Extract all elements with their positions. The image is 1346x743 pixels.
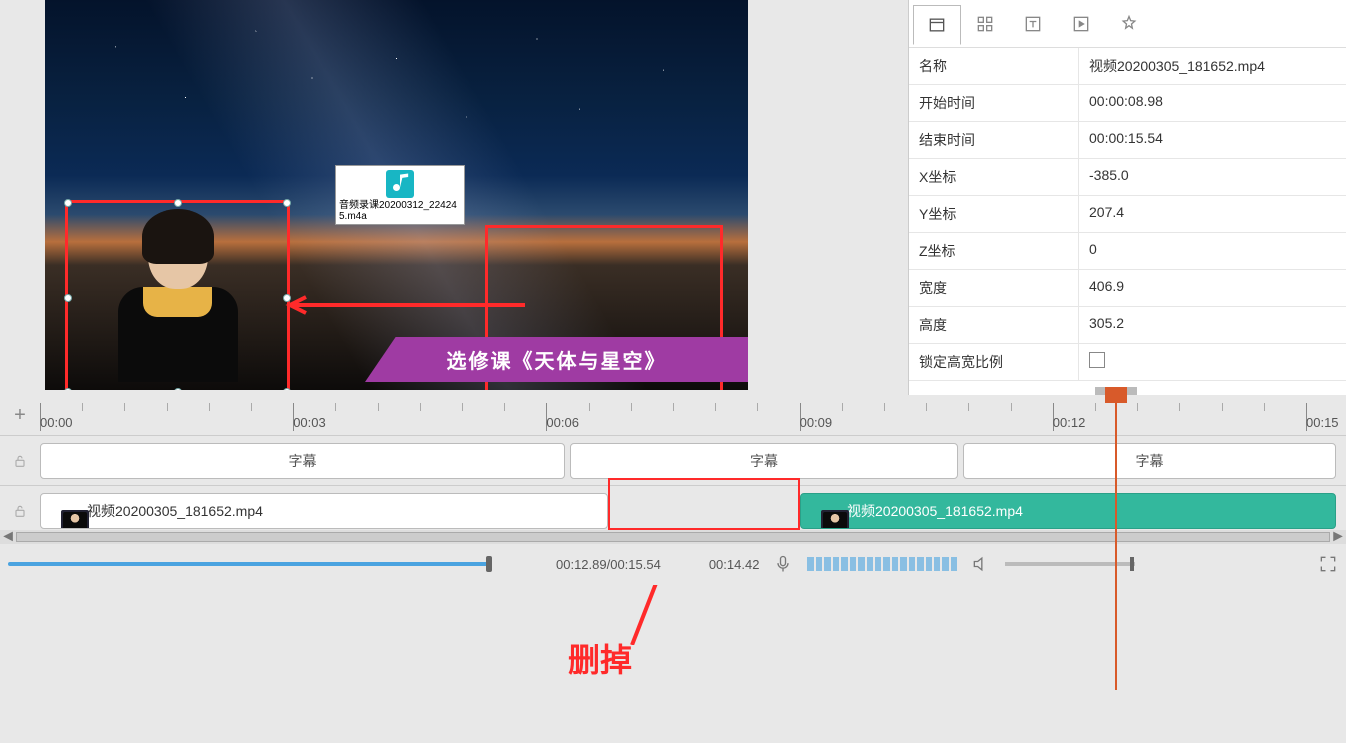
cursor-time: 00:14.42 [709, 557, 760, 572]
scrollbar-track[interactable] [16, 532, 1330, 542]
volume-knob[interactable] [1130, 557, 1134, 571]
property-key: X坐标 [909, 159, 1079, 195]
resize-handle[interactable] [283, 199, 291, 207]
transport-bar: ◄ ► 00:12.89/00:15.54 00:14.42 [0, 530, 1346, 585]
property-key: 高度 [909, 307, 1079, 343]
music-note-icon [386, 170, 414, 198]
presenter-thumbnail [78, 213, 277, 382]
track-video-1: 视频20200305_181652.mp4 视频20200305_181652.… [0, 485, 1346, 535]
property-key: Z坐标 [909, 233, 1079, 269]
resize-handle[interactable] [64, 388, 72, 390]
playhead-grip[interactable] [1105, 387, 1127, 403]
property-value[interactable]: 207.4 [1079, 196, 1346, 232]
ruler-label: 00:15 [1306, 415, 1339, 430]
clip-label: 视频20200305_181652.mp4 [87, 501, 263, 521]
scroll-left-icon[interactable]: ◄ [0, 528, 16, 546]
ruler-label: 00:06 [546, 415, 579, 430]
lock-icon[interactable] [0, 436, 40, 485]
tab-layout[interactable] [913, 5, 961, 45]
property-value[interactable] [1079, 344, 1346, 380]
mic-icon[interactable] [773, 554, 793, 574]
property-value[interactable]: 00:00:15.54 [1079, 122, 1346, 158]
ruler-label: 00:09 [800, 415, 833, 430]
checkbox[interactable] [1089, 352, 1105, 368]
properties-rows: 名称视频20200305_181652.mp4开始时间00:00:08.98结束… [909, 48, 1346, 395]
audio-meter [807, 557, 957, 571]
property-key: 开始时间 [909, 85, 1079, 121]
properties-tabs [909, 0, 1346, 48]
clip-label: 字幕 [750, 451, 778, 471]
add-track-button[interactable]: + [0, 395, 40, 435]
property-row[interactable]: 开始时间00:00:08.98 [909, 85, 1346, 122]
property-row[interactable]: 高度305.2 [909, 307, 1346, 344]
resize-handle[interactable] [174, 388, 182, 390]
property-row[interactable]: 结束时间00:00:15.54 [909, 122, 1346, 159]
property-row[interactable]: 名称视频20200305_181652.mp4 [909, 48, 1346, 85]
resize-handle[interactable] [64, 199, 72, 207]
audio-clip-tag[interactable]: 音频录课20200312_224245.m4a [335, 165, 465, 225]
scroll-right-icon[interactable]: ► [1330, 528, 1346, 546]
property-value[interactable]: 00:00:08.98 [1079, 85, 1346, 121]
subtitle-clip[interactable]: 字幕 [963, 443, 1336, 479]
ruler-label: 00:00 [40, 415, 73, 430]
property-value[interactable]: 视频20200305_181652.mp4 [1079, 48, 1346, 84]
playhead[interactable] [1115, 395, 1117, 690]
annotation-arrow [280, 295, 525, 315]
resize-handle[interactable] [174, 199, 182, 207]
property-key: 结束时间 [909, 122, 1079, 158]
tab-text[interactable] [1009, 4, 1057, 44]
property-value[interactable]: 0 [1079, 233, 1346, 269]
audio-clip-label: 音频录课20200312_224245.m4a [336, 200, 464, 224]
pip-selection-box[interactable] [65, 200, 290, 390]
property-value[interactable]: -385.0 [1079, 159, 1346, 195]
seek-slider[interactable] [8, 562, 488, 566]
property-value[interactable]: 305.2 [1079, 307, 1346, 343]
track-lane[interactable]: 视频20200305_181652.mp4 视频20200305_181652.… [40, 486, 1346, 535]
property-key: 宽度 [909, 270, 1079, 306]
tab-grid[interactable] [961, 4, 1009, 44]
property-row[interactable]: Y坐标207.4 [909, 196, 1346, 233]
clip-label: 视频20200305_181652.mp4 [847, 501, 1023, 521]
speaker-icon[interactable] [971, 554, 991, 574]
video-clip-selected[interactable]: 视频20200305_181652.mp4 [800, 493, 1336, 529]
property-row[interactable]: 锁定高宽比例 [909, 344, 1346, 381]
ruler-label: 00:03 [293, 415, 326, 430]
time-position: 00:12.89/00:15.54 [556, 557, 661, 572]
resize-handle[interactable] [64, 294, 72, 302]
ruler-label: 00:12 [1053, 415, 1086, 430]
resize-handle[interactable] [283, 388, 291, 390]
video-clip[interactable]: 视频20200305_181652.mp4 [40, 493, 608, 529]
clip-thumbnail [61, 510, 89, 529]
fullscreen-icon[interactable] [1318, 554, 1338, 574]
properties-panel: 名称视频20200305_181652.mp4开始时间00:00:08.98结束… [908, 0, 1346, 395]
time-ruler[interactable]: 00:00 00:03 00:06 00:09 00:12 00:15 [40, 395, 1346, 435]
annotation-gap-box [608, 478, 800, 530]
property-key: Y坐标 [909, 196, 1079, 232]
preview-pane: 音频录课20200312_224245.m4a [0, 0, 908, 395]
video-preview[interactable]: 音频录课20200312_224245.m4a [45, 0, 748, 390]
tab-effects[interactable] [1105, 4, 1153, 44]
horizontal-scrollbar[interactable]: ◄ ► [0, 530, 1346, 544]
timeline: + 00:00 00:03 00:06 00:09 00:12 00:15 字幕 字幕 字… [0, 395, 1346, 585]
property-key: 名称 [909, 48, 1079, 84]
property-value[interactable]: 406.9 [1079, 270, 1346, 306]
property-key: 锁定高宽比例 [909, 344, 1079, 380]
tab-play[interactable] [1057, 4, 1105, 44]
subtitle-clip[interactable]: 字幕 [40, 443, 565, 479]
seek-knob[interactable] [486, 556, 492, 572]
lower-third-title: 选修课《天体与星空》 [365, 337, 748, 382]
annotation-delete-label: 删掉 [568, 635, 632, 681]
clip-label: 字幕 [1136, 451, 1164, 471]
property-row[interactable]: Z坐标0 [909, 233, 1346, 270]
property-row[interactable]: 宽度406.9 [909, 270, 1346, 307]
subtitle-clip[interactable]: 字幕 [570, 443, 958, 479]
clip-label: 字幕 [289, 451, 317, 471]
clip-thumbnail [821, 510, 849, 529]
property-row[interactable]: X坐标-385.0 [909, 159, 1346, 196]
